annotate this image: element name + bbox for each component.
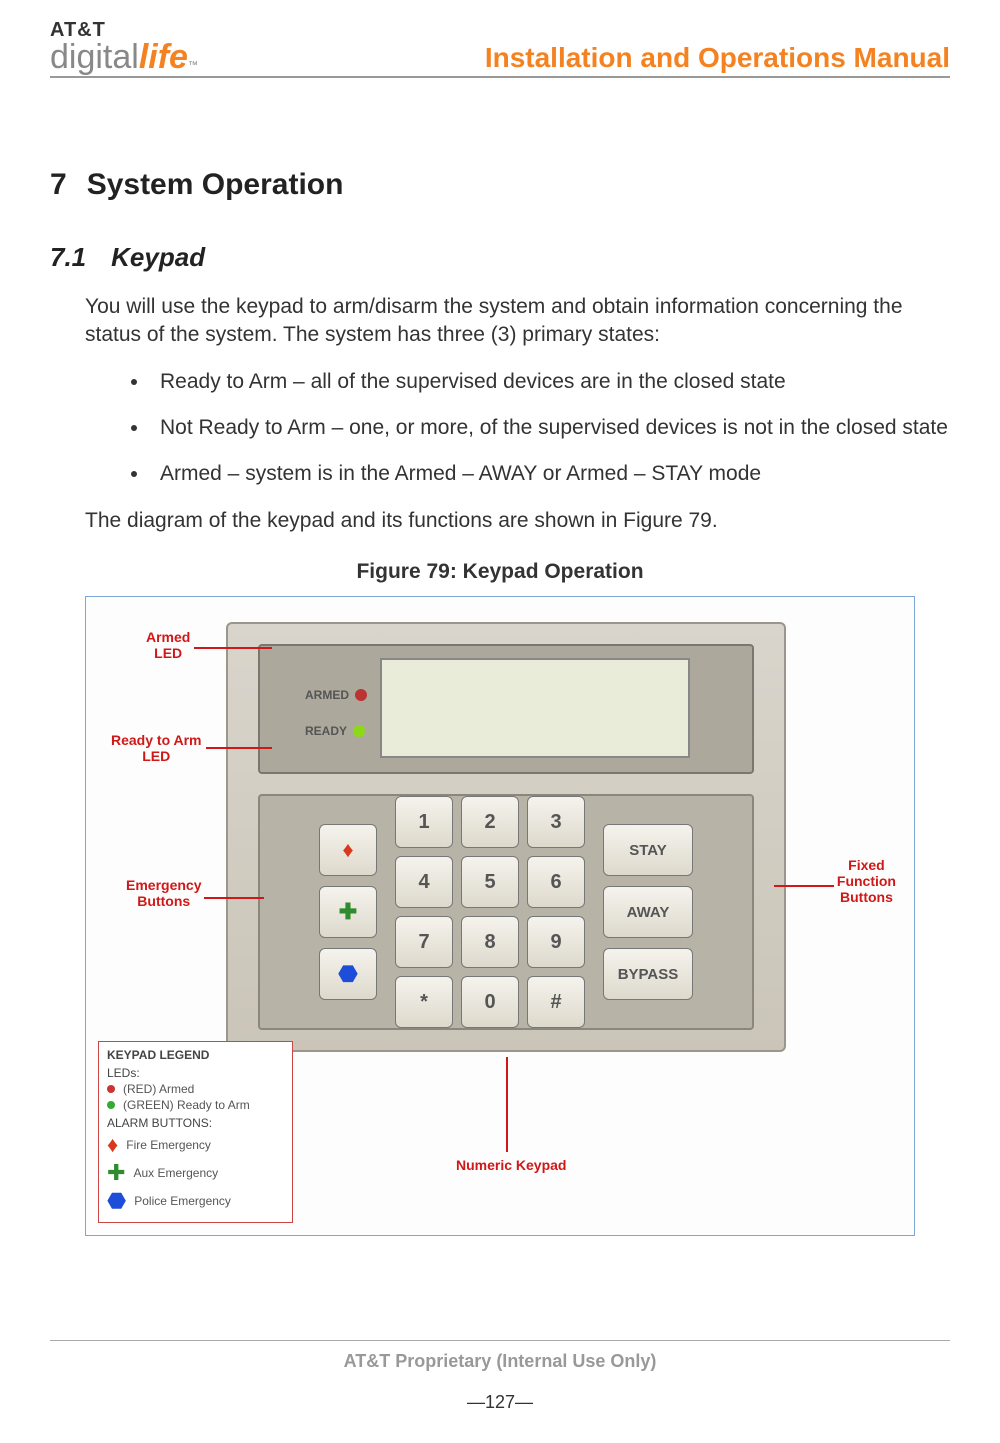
key-hash[interactable]: # (527, 976, 585, 1028)
armed-label: ARMED (305, 688, 349, 702)
emergency-column: ♦ ✚ ⬣ (319, 824, 377, 1000)
stay-button[interactable]: STAY (603, 824, 693, 876)
subsection-heading: 7.1 Keypad (50, 242, 950, 273)
page-header: AT&T digitallife™ Installation and Opera… (50, 20, 950, 78)
legend-text: (RED) Armed (123, 1082, 194, 1096)
aux-emergency-button[interactable]: ✚ (319, 886, 377, 938)
arrow-line (204, 897, 264, 899)
section-title: System Operation (87, 168, 344, 201)
logo-digital-life: digitallife™ (50, 40, 198, 74)
legend-text: Fire Emergency (126, 1138, 211, 1152)
footer-rule (50, 1340, 950, 1341)
ready-led-row: READY (305, 724, 365, 738)
legend-item: ✚ Aux Emergency (107, 1160, 284, 1186)
key-9[interactable]: 9 (527, 916, 585, 968)
key-1[interactable]: 1 (395, 796, 453, 848)
list-item: Not Ready to Arm – one, or more, of the … (150, 414, 950, 442)
plus-icon: ✚ (339, 899, 357, 925)
key-2[interactable]: 2 (461, 796, 519, 848)
lcd-panel: ARMED READY (258, 644, 754, 774)
logo-digital-text: digital (50, 40, 139, 74)
key-0[interactable]: 0 (461, 976, 519, 1028)
logo: AT&T digitallife™ (50, 20, 198, 74)
annotation-emergency: Emergency Buttons (126, 877, 201, 909)
shield-icon: ⬣ (338, 961, 357, 987)
proprietary-notice: AT&T Proprietary (Internal Use Only) (50, 1351, 950, 1372)
lcd-screen (380, 658, 690, 758)
function-column: STAY AWAY BYPASS (603, 824, 693, 1000)
document-title: Installation and Operations Manual (485, 42, 950, 74)
annotation-numeric: Numeric Keypad (456, 1157, 566, 1173)
fire-emergency-button[interactable]: ♦ (319, 824, 377, 876)
legend-item: (GREEN) Ready to Arm (107, 1098, 284, 1112)
red-dot-icon (107, 1085, 115, 1093)
list-item: Ready to Arm – all of the supervised dev… (150, 368, 950, 396)
arrow-line (206, 747, 272, 749)
keypad-buttons: ♦ ✚ ⬣ 1 2 3 4 5 6 7 8 9 * 0 # STAY AWAY (258, 794, 754, 1030)
legend-item: ⬣ Police Emergency (107, 1188, 284, 1214)
figure-caption: Figure 79: Keypad Operation (50, 560, 950, 584)
key-8[interactable]: 8 (461, 916, 519, 968)
arrow-line (774, 885, 834, 887)
armed-led-icon (355, 689, 367, 701)
logo-att-text: AT&T (50, 20, 198, 40)
page-number: —127— (50, 1392, 950, 1413)
fire-icon: ♦ (107, 1132, 118, 1158)
ready-label: READY (305, 724, 347, 738)
ready-led-icon (353, 725, 365, 737)
legend-leds-label: LEDs: (107, 1066, 284, 1080)
key-4[interactable]: 4 (395, 856, 453, 908)
key-7[interactable]: 7 (395, 916, 453, 968)
state-list: Ready to Arm – all of the supervised dev… (150, 368, 950, 489)
arrow-line (506, 1057, 508, 1152)
key-5[interactable]: 5 (461, 856, 519, 908)
section-number: 7 (50, 168, 67, 201)
legend-title: KEYPAD LEGEND (107, 1048, 284, 1062)
plus-icon: ✚ (107, 1160, 125, 1186)
legend-text: Police Emergency (134, 1194, 231, 1208)
away-button[interactable]: AWAY (603, 886, 693, 938)
annotation-armed-led: Armed LED (146, 629, 190, 661)
post-paragraph: The diagram of the keypad and its functi… (85, 507, 950, 535)
page-footer: AT&T Proprietary (Internal Use Only) —12… (50, 1340, 950, 1413)
annotation-ready-led: Ready to Arm LED (111, 732, 202, 764)
legend-text: (GREEN) Ready to Arm (123, 1098, 250, 1112)
fire-icon: ♦ (342, 837, 353, 863)
shield-icon: ⬣ (107, 1188, 126, 1214)
police-emergency-button[interactable]: ⬣ (319, 948, 377, 1000)
bypass-button[interactable]: BYPASS (603, 948, 693, 1000)
keypad-legend: KEYPAD LEGEND LEDs: (RED) Armed (GREEN) … (98, 1041, 293, 1223)
legend-item: ♦ Fire Emergency (107, 1132, 284, 1158)
section-heading: 7 System Operation (50, 168, 950, 202)
legend-alarm-label: ALARM BUTTONS: (107, 1116, 284, 1130)
armed-led-row: ARMED (305, 688, 367, 702)
key-6[interactable]: 6 (527, 856, 585, 908)
logo-tm: ™ (188, 61, 198, 71)
legend-item: (RED) Armed (107, 1082, 284, 1096)
key-3[interactable]: 3 (527, 796, 585, 848)
legend-text: Aux Emergency (133, 1166, 218, 1180)
intro-paragraph: You will use the keypad to arm/disarm th… (85, 293, 950, 350)
numeric-keypad: 1 2 3 4 5 6 7 8 9 * 0 # (395, 796, 585, 1028)
figure-keypad-operation: ARMED READY ♦ ✚ ⬣ 1 2 3 4 5 6 7 (85, 596, 915, 1236)
green-dot-icon (107, 1101, 115, 1109)
keypad-device: ARMED READY ♦ ✚ ⬣ 1 2 3 4 5 6 7 (226, 622, 786, 1052)
subsection-title: Keypad (111, 242, 205, 272)
arrow-line (194, 647, 272, 649)
list-item: Armed – system is in the Armed – AWAY or… (150, 460, 950, 488)
logo-life-text: life (139, 40, 188, 74)
subsection-number: 7.1 (50, 242, 86, 272)
key-star[interactable]: * (395, 976, 453, 1028)
annotation-fixed-fn: Fixed Function Buttons (837, 857, 896, 905)
